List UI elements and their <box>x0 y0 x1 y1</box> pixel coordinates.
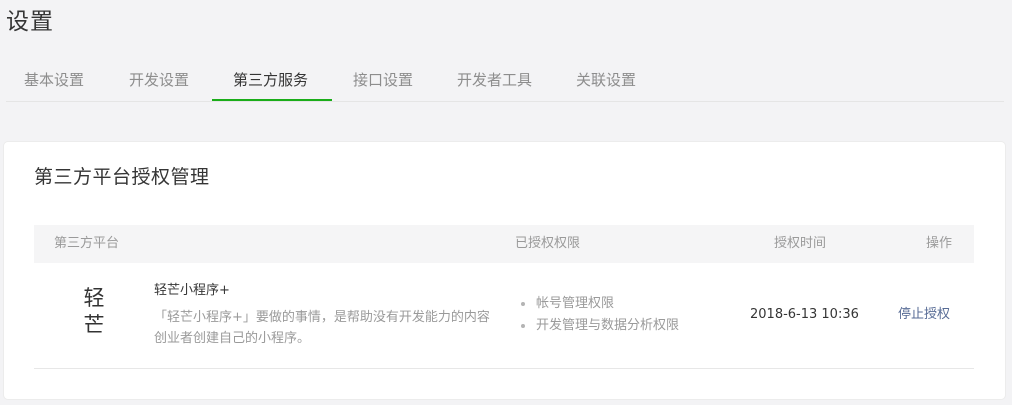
tab-dev-settings[interactable]: 开发设置 <box>129 58 189 101</box>
app-name: 轻芒小程序+ <box>154 283 230 298</box>
authorization-time: 2018-6-13 10:36 <box>750 307 859 322</box>
tab-developer-tools[interactable]: 开发者工具 <box>457 58 532 101</box>
app-logo: 轻芒 <box>83 286 105 337</box>
column-header-permissions: 已授权权限 <box>515 236 581 251</box>
table-header: 第三方平台 已授权权限 授权时间 操作 <box>34 225 974 263</box>
panel-title: 第三方平台授权管理 <box>34 166 210 188</box>
app-description: 「轻芒小程序+」要做的事情，是帮助没有开发能力的内容创业者创建自己的小程序。 <box>154 310 490 346</box>
bullet-icon <box>521 302 525 306</box>
permission-item: 帐号管理权限 <box>518 293 679 315</box>
authorization-panel: 第三方平台授权管理 第三方平台 已授权权限 授权时间 操作 轻芒 轻芒小程序+ … <box>4 142 1005 399</box>
stop-authorization-link[interactable]: 停止授权 <box>898 305 950 325</box>
page-title: 设置 <box>6 9 54 35</box>
table-row: 轻芒 轻芒小程序+ 「轻芒小程序+」要做的事情，是帮助没有开发能力的内容创业者创… <box>34 263 974 369</box>
active-tab-indicator <box>212 99 332 101</box>
column-header-action: 操作 <box>926 236 953 251</box>
tab-basic-settings[interactable]: 基本设置 <box>24 58 84 101</box>
permission-list: 帐号管理权限 开发管理与数据分析权限 <box>518 293 679 337</box>
column-header-time: 授权时间 <box>774 236 827 251</box>
page-header: 设置 基本设置 开发设置 第三方服务 接口设置 开发者工具 关联设置 <box>0 0 1012 102</box>
permission-label: 开发管理与数据分析权限 <box>536 318 680 333</box>
column-header-platform: 第三方平台 <box>54 236 120 251</box>
permission-label: 帐号管理权限 <box>536 296 615 311</box>
tab-third-party-services[interactable]: 第三方服务 <box>233 58 308 101</box>
tab-related-settings[interactable]: 关联设置 <box>576 58 636 101</box>
bullet-icon <box>521 324 525 328</box>
tab-api-settings[interactable]: 接口设置 <box>353 58 413 101</box>
permission-item: 开发管理与数据分析权限 <box>518 315 679 337</box>
settings-tabs: 基本设置 开发设置 第三方服务 接口设置 开发者工具 关联设置 <box>6 58 1004 102</box>
